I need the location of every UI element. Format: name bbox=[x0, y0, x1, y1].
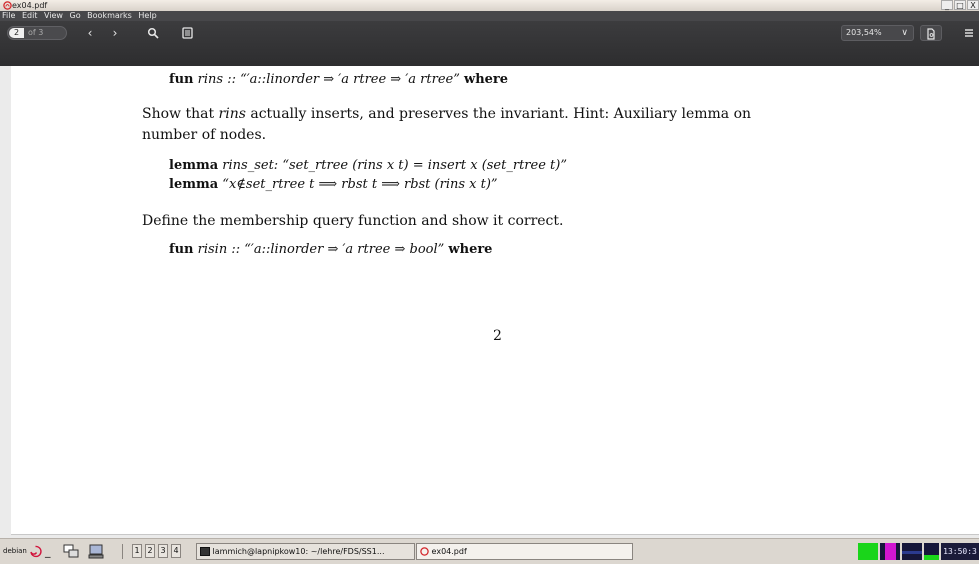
paragraph-show-rins: Show that rins actually inserts, and pre… bbox=[142, 106, 752, 122]
task-terminal-label: lammich@lapnipkow10: ~/lehre/FDS/SS1... bbox=[212, 547, 385, 556]
pdf-page: fun rins :: “′a::linorder ⇒ ′a rtree ⇒ ′… bbox=[11, 66, 979, 535]
lemma-rins-set: lemma rins_set: “set_rtree (rins x t) = … bbox=[169, 158, 567, 173]
task-pdf-label: ex04.pdf bbox=[431, 547, 467, 556]
workspace-4[interactable]: 4 bbox=[171, 544, 181, 558]
debian-swirl-icon bbox=[30, 545, 42, 558]
search-icon[interactable] bbox=[143, 25, 163, 41]
load-monitor bbox=[924, 543, 939, 560]
hamburger-menu-icon[interactable] bbox=[962, 25, 976, 41]
task-terminal[interactable]: lammich@lapnipkow10: ~/lehre/FDS/SS1... bbox=[196, 543, 415, 560]
minimize-all-icon[interactable]: _ bbox=[45, 544, 51, 559]
next-page-button[interactable]: › bbox=[105, 25, 125, 41]
document-properties-button[interactable] bbox=[920, 25, 942, 41]
clock[interactable]: 13:50:3 bbox=[941, 543, 979, 560]
maximize-button[interactable]: □ bbox=[954, 0, 966, 10]
paragraph-membership: Define the membership query function and… bbox=[142, 213, 564, 229]
window-title: ex04.pdf bbox=[12, 1, 48, 10]
paragraph-continuation: number of nodes. bbox=[142, 127, 267, 143]
start-label: debian bbox=[3, 547, 27, 555]
pdf-app-icon bbox=[3, 1, 12, 10]
minimize-button[interactable]: _ bbox=[941, 0, 953, 10]
fun-risin-line: fun risin :: “′a::linorder ⇒ ′a rtree ⇒ … bbox=[169, 242, 493, 257]
annotations-icon[interactable] bbox=[177, 25, 197, 41]
menu-view[interactable]: View bbox=[44, 11, 63, 20]
workspace-2[interactable]: 2 bbox=[145, 544, 155, 558]
cpu-monitor bbox=[858, 543, 878, 560]
close-button[interactable]: X bbox=[967, 0, 979, 10]
menu-file[interactable]: File bbox=[2, 11, 15, 20]
previous-page-button[interactable]: ‹ bbox=[80, 25, 100, 41]
menu-bar: File Edit View Go Bookmarks Help bbox=[0, 11, 979, 21]
lemma-rbst-rins: lemma “x∉set_rtree t ⟹ rbst t ⟹ rbst (ri… bbox=[169, 177, 498, 192]
workspace-3[interactable]: 3 bbox=[158, 544, 168, 558]
start-button[interactable]: debian bbox=[3, 544, 27, 559]
chevron-down-icon: ∨ bbox=[901, 28, 908, 38]
workspace-1[interactable]: 1 bbox=[132, 544, 142, 558]
window-titlebar[interactable]: ex04.pdf _ □ X bbox=[0, 0, 979, 11]
current-page-field[interactable]: 2 bbox=[9, 28, 24, 38]
menu-edit[interactable]: Edit bbox=[22, 11, 38, 20]
zoom-value: 203,54% bbox=[846, 28, 882, 37]
taskbar-separator bbox=[122, 544, 123, 559]
menu-go[interactable]: Go bbox=[70, 11, 81, 20]
terminal-launcher-icon[interactable] bbox=[88, 544, 104, 559]
menu-help[interactable]: Help bbox=[138, 11, 156, 20]
menu-bookmarks[interactable]: Bookmarks bbox=[87, 11, 132, 20]
taskbar: debian _ 1 2 3 4 lammich@lapnipkow10: ~/… bbox=[0, 538, 979, 564]
task-pdf[interactable]: ex04.pdf bbox=[416, 543, 633, 560]
document-icon bbox=[927, 28, 935, 40]
page-number: 2 bbox=[493, 328, 502, 344]
pdf-task-icon bbox=[420, 547, 429, 556]
fun-rins-line: fun rins :: “′a::linorder ⇒ ′a rtree ⇒ ′… bbox=[169, 72, 509, 87]
zoom-select[interactable]: 203,54% ∨ bbox=[841, 25, 914, 41]
page-number-entry[interactable]: 2 of 3 bbox=[7, 26, 67, 40]
document-view[interactable]: fun rins :: “′a::linorder ⇒ ′a rtree ⇒ ′… bbox=[0, 66, 979, 538]
terminal-icon bbox=[200, 547, 210, 556]
network-monitor bbox=[902, 543, 922, 560]
memory-monitor bbox=[880, 543, 900, 560]
window-list-icon[interactable] bbox=[63, 544, 79, 559]
page-total-label: of 3 bbox=[28, 28, 44, 37]
